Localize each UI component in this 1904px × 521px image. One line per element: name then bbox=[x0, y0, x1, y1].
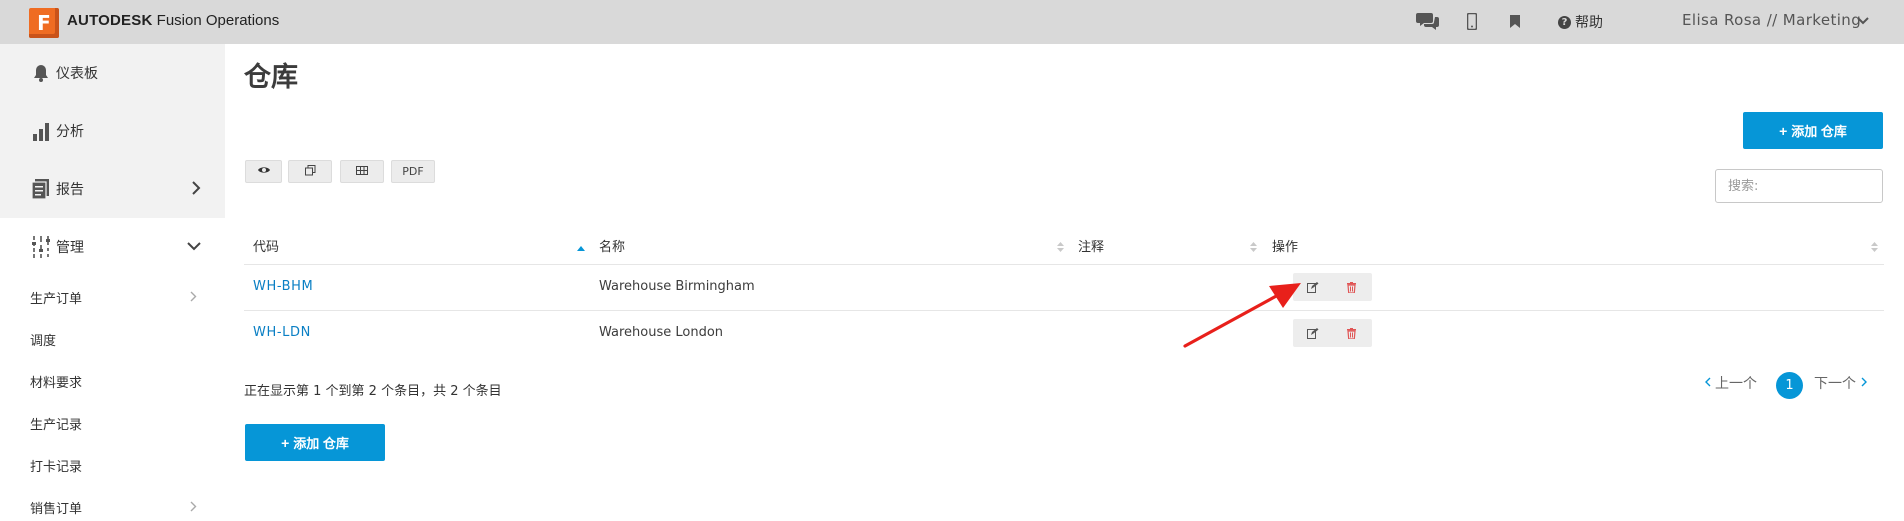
sidebar-item-label: 管理 bbox=[56, 240, 84, 256]
sidebar-sub-production-orders[interactable]: 生产订单 bbox=[0, 276, 225, 318]
sidebar-sub-sales-orders[interactable]: 销售订单 bbox=[0, 486, 225, 521]
sort-asc-icon[interactable] bbox=[577, 238, 585, 257]
edit-icon bbox=[1306, 324, 1319, 343]
chevron-right-icon bbox=[1861, 375, 1867, 391]
chevron-down-icon bbox=[187, 239, 201, 255]
trash-icon bbox=[1347, 278, 1356, 297]
sort-icon[interactable] bbox=[1250, 238, 1257, 257]
sidebar-item-dashboard[interactable]: 仪表板 bbox=[0, 44, 225, 102]
sidebar-item-analytics[interactable]: 分析 bbox=[0, 102, 225, 160]
divider bbox=[244, 310, 1884, 311]
bar-chart-icon bbox=[30, 120, 52, 142]
eye-icon bbox=[257, 165, 271, 178]
bookmark-icon[interactable] bbox=[1508, 10, 1522, 32]
sidebar-sub-material-requirements[interactable]: 材料要求 bbox=[0, 360, 225, 402]
column-visibility-button[interactable] bbox=[245, 160, 282, 183]
edit-icon bbox=[1306, 278, 1319, 297]
delete-button[interactable] bbox=[1332, 273, 1371, 301]
report-icon bbox=[30, 178, 52, 200]
warehouse-name: Warehouse London bbox=[599, 325, 724, 340]
chat-icon[interactable] bbox=[1415, 10, 1441, 32]
column-header-actions: 操作 bbox=[1272, 240, 1299, 255]
delete-button[interactable] bbox=[1332, 319, 1371, 347]
sidebar-item-label: 分析 bbox=[56, 124, 84, 140]
sidebar-sub-production-records[interactable]: 生产记录 bbox=[0, 402, 225, 444]
sidebar: 仪表板 分析 报告 管理 生产订单 调度 材料要求 生产记录 打卡记录 销售订单 bbox=[0, 44, 225, 521]
sliders-icon bbox=[30, 236, 52, 258]
brand-bold: AUTODESK bbox=[67, 12, 153, 29]
copy-button[interactable] bbox=[288, 160, 332, 183]
next-page-button[interactable]: 下一个 bbox=[1814, 373, 1867, 393]
sidebar-sub-label: 打卡记录 bbox=[30, 459, 83, 475]
sidebar-submenu: 生产订单 调度 材料要求 生产记录 打卡记录 销售订单 bbox=[0, 276, 225, 521]
user-menu[interactable]: Elisa Rosa // Marketing bbox=[1682, 11, 1861, 29]
brand-rest: Fusion Operations bbox=[152, 12, 280, 29]
sidebar-sub-label: 生产记录 bbox=[30, 417, 83, 433]
sidebar-sub-label: 销售订单 bbox=[30, 501, 83, 517]
chevron-right-icon bbox=[191, 181, 201, 199]
sidebar-item-label: 报告 bbox=[56, 182, 84, 198]
chevron-down-icon[interactable] bbox=[1856, 13, 1870, 32]
sidebar-item-reports[interactable]: 报告 bbox=[0, 160, 225, 218]
add-warehouse-button-bottom[interactable]: + 添加 仓库 bbox=[245, 424, 385, 461]
search-input[interactable] bbox=[1715, 169, 1883, 203]
sidebar-item-manage[interactable]: 管理 bbox=[0, 218, 225, 276]
pdf-export-button[interactable]: PDF bbox=[391, 160, 435, 183]
help-icon: ? bbox=[1558, 15, 1571, 29]
mobile-icon[interactable] bbox=[1465, 10, 1479, 32]
table-icon bbox=[356, 165, 368, 178]
add-warehouse-label: 添加 仓库 bbox=[1791, 124, 1847, 139]
brand-name: AUTODESK Fusion Operations bbox=[67, 12, 279, 29]
prev-page-button[interactable]: 上一个 bbox=[1705, 373, 1757, 393]
pdf-label: PDF bbox=[402, 165, 424, 178]
column-header-name[interactable]: 名称 bbox=[599, 236, 625, 255]
sidebar-sub-label: 生产订单 bbox=[30, 291, 83, 307]
table-info: 正在显示第 1 个到第 2 个条目，共 2 个条目 bbox=[244, 384, 502, 399]
help-label: 帮助 bbox=[1575, 15, 1603, 31]
column-header-code[interactable]: 代码 bbox=[253, 236, 279, 255]
copy-icon bbox=[304, 164, 316, 179]
excel-export-button[interactable] bbox=[340, 160, 384, 183]
warehouse-name: Warehouse Birmingham bbox=[599, 279, 755, 294]
sort-icon[interactable] bbox=[1057, 238, 1064, 257]
chevron-left-icon bbox=[1705, 375, 1711, 391]
bell-icon bbox=[30, 62, 52, 84]
page-number-current[interactable]: 1 bbox=[1776, 372, 1803, 399]
sidebar-sub-scheduling[interactable]: 调度 bbox=[0, 318, 225, 360]
sidebar-sub-clock-records[interactable]: 打卡记录 bbox=[0, 444, 225, 486]
sidebar-item-label: 仪表板 bbox=[56, 66, 98, 82]
add-warehouse-label: 添加 仓库 bbox=[293, 436, 349, 451]
page-title: 仓库 bbox=[244, 62, 298, 93]
chevron-right-icon bbox=[190, 291, 197, 306]
add-warehouse-button-top[interactable]: + 添加 仓库 bbox=[1743, 112, 1883, 149]
warehouse-code-link[interactable]: WH-LDN bbox=[253, 325, 311, 340]
plus-icon: + bbox=[1779, 122, 1788, 139]
trash-icon bbox=[1347, 324, 1356, 343]
sidebar-sub-label: 材料要求 bbox=[30, 375, 83, 391]
chevron-right-icon bbox=[190, 501, 197, 516]
top-bar: F AUTODESK Fusion Operations ? 帮助 Elisa … bbox=[0, 0, 1904, 44]
sort-icon[interactable] bbox=[1871, 238, 1878, 257]
sidebar-sub-label: 调度 bbox=[30, 333, 57, 349]
help-link[interactable]: ? 帮助 bbox=[1558, 12, 1603, 32]
next-label: 下一个 bbox=[1814, 376, 1856, 392]
warehouse-code-link[interactable]: WH-BHM bbox=[253, 279, 313, 294]
fusion-logo[interactable]: F bbox=[29, 8, 59, 38]
plus-icon: + bbox=[281, 434, 290, 451]
column-header-notes[interactable]: 注释 bbox=[1078, 236, 1104, 255]
divider bbox=[244, 264, 1884, 265]
prev-label: 上一个 bbox=[1715, 376, 1757, 392]
annotation-arrow bbox=[1183, 283, 1301, 348]
